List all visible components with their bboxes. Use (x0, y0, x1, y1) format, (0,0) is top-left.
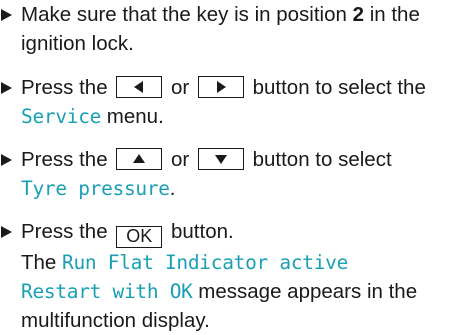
step-4-post: button. (165, 220, 234, 243)
step-2-or: or (165, 76, 195, 99)
step-3-tail: . (169, 177, 176, 200)
bullet-arrow-icon (1, 82, 12, 94)
bullet-arrow-icon (1, 154, 12, 166)
step-3: Press the or button to select Tyre pressu… (0, 145, 463, 203)
step-2-text: Press the or button to select the Service… (21, 73, 463, 131)
step-3-post: button to select (246, 148, 392, 171)
step-2-tail: menu. (101, 105, 164, 128)
step-1-text: Make sure that the key is in position 2 … (21, 0, 463, 58)
service-menu-label: Service (21, 105, 102, 128)
step-4: Press the OK button. The Run Flat Indicat… (0, 217, 463, 335)
step-2-pre: Press the (21, 76, 114, 99)
run-flat-message-2: Restart with OK (21, 280, 193, 303)
step-3-text: Press the or button to select Tyre pressu… (21, 145, 463, 203)
bullet-arrow-icon (1, 9, 12, 21)
left-arrow-button-icon (116, 76, 163, 98)
key-position: 2 (352, 3, 364, 26)
right-arrow-button-icon (197, 76, 244, 98)
step-4-pre: Press the (21, 220, 114, 243)
step-1-pre: Make sure that the key is in position (21, 3, 353, 26)
step-3-or: or (165, 148, 195, 171)
down-arrow-button-icon (197, 148, 244, 170)
step-3-pre: Press the (21, 148, 114, 171)
up-arrow-button-icon (116, 148, 163, 170)
run-flat-message-1: Run Flat Indicator active (62, 251, 349, 274)
step-4-line2: The (21, 251, 63, 274)
step-1: Make sure that the key is in position 2 … (0, 0, 463, 58)
step-4-text: Press the OK button. The Run Flat Indicat… (21, 217, 463, 335)
ok-button-label: OK (116, 226, 163, 248)
bullet-arrow-icon (1, 226, 12, 238)
step-2: Press the or button to select the Service… (0, 73, 463, 131)
instruction-list: Make sure that the key is in position 2 … (0, 0, 463, 332)
step-2-post: button to select the (246, 76, 426, 99)
tyre-pressure-label: Tyre pressure (21, 177, 170, 200)
